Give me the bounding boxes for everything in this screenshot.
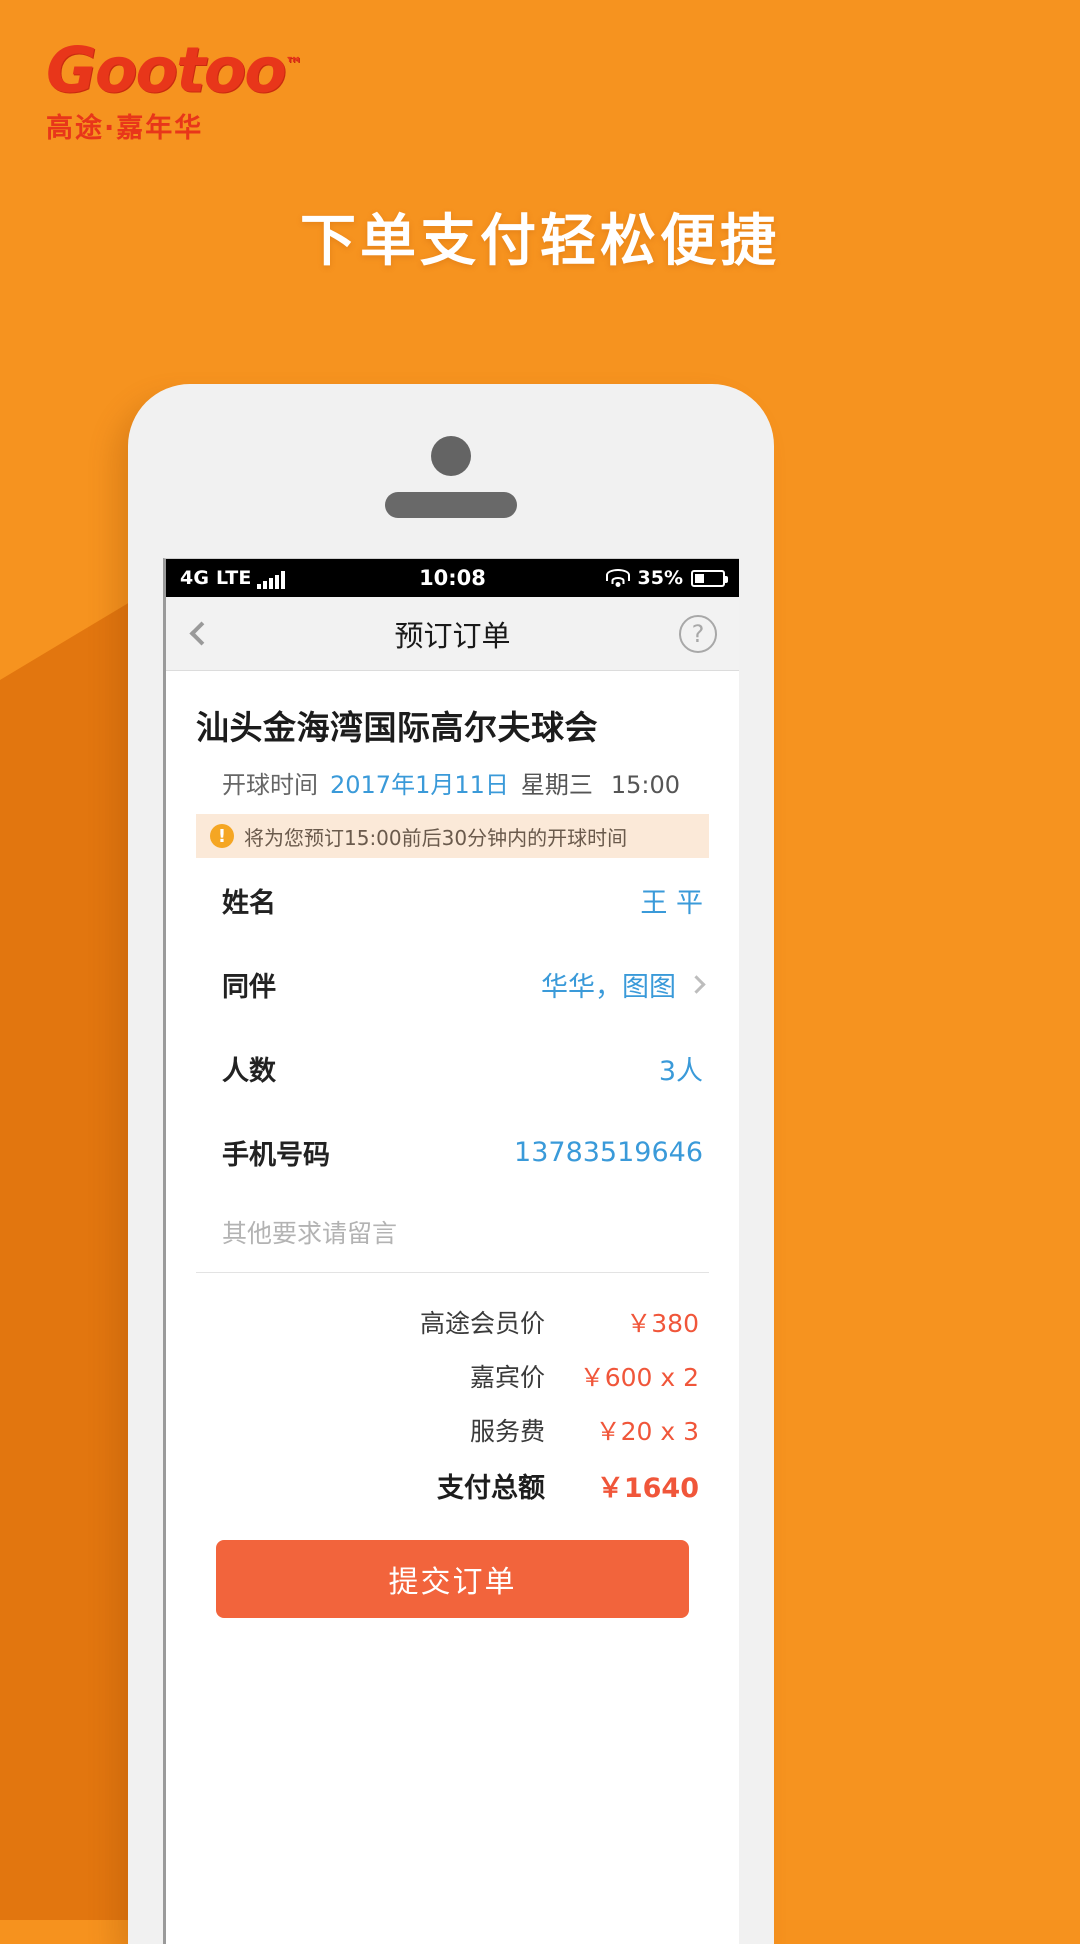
- price-row-member: 高途会员价 ￥380: [196, 1295, 699, 1349]
- field-value-text: 华华，图图: [541, 971, 676, 1003]
- logo-wordmark-text: Gootoo: [46, 33, 287, 107]
- phone-screen: 4G LTE 10:08 35% 预订订单 ? 汕头金海湾国际高尔夫球会 开球时…: [163, 558, 739, 1944]
- field-value: 3人: [659, 1049, 703, 1088]
- submit-order-button[interactable]: 提交订单: [216, 1540, 689, 1618]
- phone-camera-icon: [431, 436, 471, 476]
- tee-time-label: 开球时间: [222, 771, 318, 799]
- field-value: 华华，图图: [541, 965, 706, 1004]
- page-title: 预订订单: [394, 618, 511, 653]
- field-value: 王 平: [640, 881, 703, 920]
- field-value: 13783519646: [514, 1137, 703, 1168]
- field-row-phone[interactable]: 手机号码 13783519646: [196, 1110, 709, 1194]
- status-bar-right: 35%: [605, 567, 728, 589]
- price-row-guest: 嘉宾价 ￥600 x 2: [196, 1349, 699, 1403]
- question-mark-icon: ?: [691, 619, 705, 648]
- logo-subtitle: 高途·嘉年华: [46, 112, 204, 144]
- brand-logo: Gootoo™ 高途·嘉年华: [46, 34, 376, 144]
- total-label: 支付总额: [437, 1473, 545, 1504]
- battery-icon: [691, 569, 728, 587]
- price-summary: 高途会员价 ￥380 嘉宾价 ￥600 x 2 服务费 ￥20 x 3 支付总额…: [196, 1273, 709, 1514]
- price-label: 服务费: [469, 1417, 545, 1446]
- wifi-icon: [605, 569, 630, 587]
- field-row-companions[interactable]: 同伴 华华，图图: [196, 942, 709, 1026]
- price-value: ￥380: [626, 1309, 699, 1338]
- trademark-icon: ™: [284, 54, 303, 75]
- price-row-service-fee: 服务费 ￥20 x 3: [196, 1403, 699, 1457]
- price-label: 高途会员价: [419, 1309, 545, 1338]
- price-value: ￥20 x 3: [595, 1417, 699, 1446]
- warning-icon: !: [210, 824, 234, 848]
- field-value-text: 13783519646: [514, 1136, 703, 1168]
- phone-speaker-icon: [385, 492, 517, 518]
- course-name: 汕头金海湾国际高尔夫球会: [196, 708, 598, 747]
- tee-time-notice: ! 将为您预订15:00前后30分钟内的开球时间: [196, 814, 709, 858]
- notice-text: 将为您预订15:00前后30分钟内的开球时间: [244, 825, 628, 850]
- phone-mockup: 4G LTE 10:08 35% 预订订单 ? 汕头金海湾国际高尔夫球会 开球时…: [128, 384, 774, 1944]
- price-row-total: 支付总额 ￥1640: [196, 1457, 699, 1514]
- status-bar: 4G LTE 10:08 35%: [166, 559, 739, 597]
- order-content: 汕头金海湾国际高尔夫球会 开球时间 2017年1月11日 星期三 15:00 !…: [166, 671, 739, 1618]
- field-label: 手机号码: [222, 1139, 330, 1171]
- logo-wordmark: Gootoo™: [46, 34, 376, 102]
- field-label: 人数: [222, 1055, 276, 1087]
- field-row-name[interactable]: 姓名 王 平: [196, 858, 709, 942]
- chevron-right-icon: [687, 974, 706, 994]
- field-label: 姓名: [222, 887, 276, 919]
- field-value-text: 王 平: [640, 887, 703, 919]
- total-value: ￥1640: [596, 1473, 699, 1504]
- memo-input[interactable]: 其他要求请留言: [196, 1214, 709, 1273]
- field-label: 同伴: [222, 971, 276, 1003]
- price-label: 嘉宾价: [469, 1363, 545, 1392]
- help-button[interactable]: ?: [679, 614, 717, 653]
- field-row-player-count[interactable]: 人数 3人: [196, 1026, 709, 1110]
- tee-weekday-value: 星期三: [520, 771, 593, 799]
- page-headline: 下单支付轻松便捷: [300, 209, 780, 274]
- app-navigation-bar: 预订订单 ?: [166, 597, 739, 671]
- tee-time-value: 15:00: [610, 771, 681, 799]
- tee-date-value: 2017年1月11日: [330, 771, 509, 799]
- battery-percent-label: 35%: [637, 567, 683, 589]
- tee-time-row: 开球时间 2017年1月11日 星期三 15:00: [196, 765, 709, 800]
- price-value: ￥600 x 2: [579, 1363, 699, 1392]
- field-value-text: 3人: [658, 1055, 703, 1087]
